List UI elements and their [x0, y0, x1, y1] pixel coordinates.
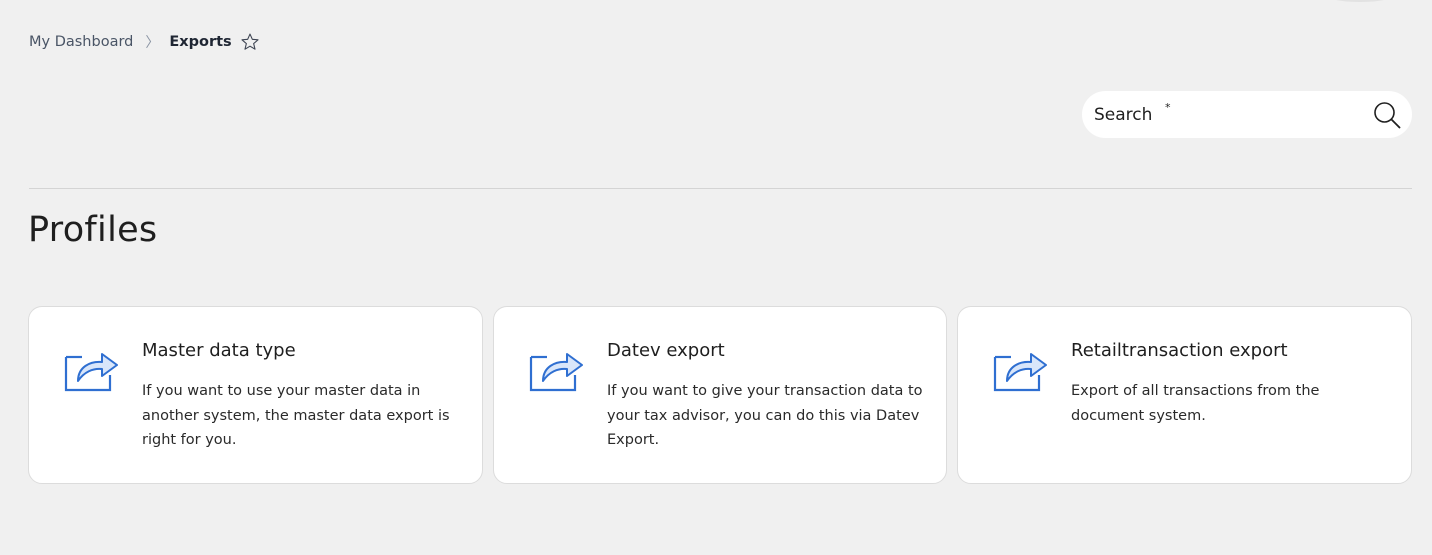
breadcrumb-current: Exports — [169, 34, 232, 50]
profile-card-description: If you want to give your transaction dat… — [607, 383, 923, 448]
export-share-icon — [528, 345, 584, 393]
profile-card-title: Master data type — [142, 340, 296, 361]
user-avatar-edge — [1330, 0, 1390, 2]
breadcrumb-home-link[interactable]: My Dashboard — [29, 34, 133, 50]
profile-card-description: Export of all transactions from the docu… — [1071, 383, 1320, 424]
search-box: Search * — [1082, 91, 1412, 138]
section-title: Profiles — [28, 210, 158, 250]
search-input[interactable] — [1082, 91, 1362, 138]
breadcrumb-separator: 〉 — [145, 35, 160, 51]
favorite-star-icon[interactable] — [240, 32, 260, 52]
profile-card-master-data[interactable]: Master data type If you want to use your… — [28, 306, 483, 484]
search-icon[interactable] — [1372, 100, 1402, 130]
section-divider — [29, 188, 1412, 189]
breadcrumb: My Dashboard 〉 Exports — [29, 32, 260, 52]
export-share-icon — [992, 345, 1048, 393]
profile-card-description: If you want to use your master data in a… — [142, 383, 450, 448]
export-share-icon — [63, 345, 119, 393]
profile-card-datev[interactable]: Datev export If you want to give your tr… — [493, 306, 947, 484]
profile-card-title: Datev export — [607, 340, 725, 361]
profile-card-title: Retailtransaction export — [1071, 340, 1288, 361]
profile-card-retail-transaction[interactable]: Retailtransaction export Export of all t… — [957, 306, 1412, 484]
